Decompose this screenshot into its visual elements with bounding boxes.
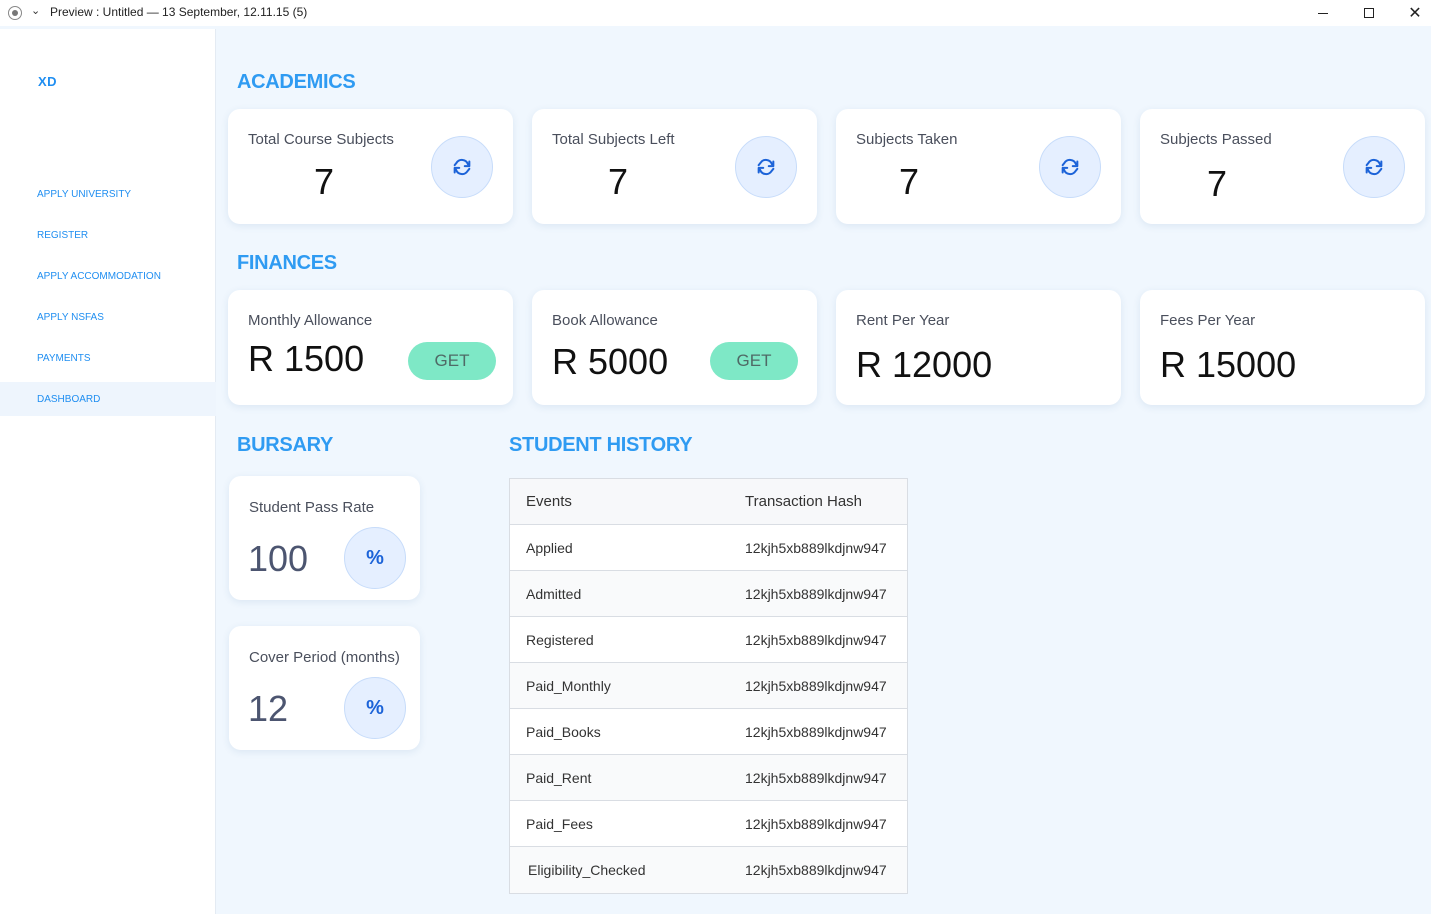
sidebar: XD APPLY UNIVERSITY REGISTER APPLY ACCOM…	[0, 29, 216, 914]
percent-button[interactable]: %	[344, 527, 406, 589]
card-label: Subjects Passed	[1160, 131, 1272, 148]
table-header-row: Events Transaction Hash	[510, 479, 907, 525]
table-row: Eligibility_Checked 12kjh5xb889lkdjnw947	[510, 847, 907, 893]
student-history-table: Events Transaction Hash Applied 12kjh5xb…	[509, 478, 908, 894]
academics-card-subjects-passed: Subjects Passed 7	[1140, 109, 1425, 224]
card-value: R 1500	[248, 338, 365, 379]
percent-button[interactable]: %	[344, 677, 406, 739]
card-value: 7	[1207, 163, 1228, 204]
minimize-icon	[1318, 12, 1328, 14]
bursary-card-student-pass-rate: Student Pass Rate 100 %	[229, 476, 420, 600]
event-cell: Admitted	[526, 585, 582, 602]
hash-cell: 12kjh5xb889lkdjnw947	[745, 815, 887, 832]
card-label: Rent Per Year	[856, 312, 950, 329]
sidebar-item-apply-nsfas[interactable]: APPLY NSFAS	[0, 300, 216, 334]
bursary-heading: BURSARY	[237, 434, 334, 456]
minimize-button[interactable]	[1300, 0, 1346, 26]
close-icon: ✕	[1408, 5, 1422, 22]
window-title: Preview : Untitled — 13 September, 12.11…	[50, 5, 308, 19]
card-value: 12	[248, 688, 289, 729]
card-label: Subjects Taken	[856, 131, 958, 148]
student-history-heading: STUDENT HISTORY	[509, 434, 693, 456]
app-logo[interactable]: XD	[38, 74, 57, 89]
hash-cell: 12kjh5xb889lkdjnw947	[745, 677, 887, 694]
event-cell: Paid_Books	[526, 723, 601, 740]
column-header-transaction-hash: Transaction Hash	[745, 493, 862, 510]
get-book-allowance-button[interactable]: GET	[710, 342, 798, 380]
card-value: R 15000	[1160, 344, 1297, 385]
event-cell: Eligibility_Checked	[528, 862, 646, 878]
hash-cell: 12kjh5xb889lkdjnw947	[745, 769, 887, 786]
table-row: Paid_Books 12kjh5xb889lkdjnw947	[510, 709, 907, 755]
table-row: Registered 12kjh5xb889lkdjnw947	[510, 617, 907, 663]
sidebar-item-register[interactable]: REGISTER	[0, 218, 216, 252]
table-row: Paid_Monthly 12kjh5xb889lkdjnw947	[510, 663, 907, 709]
card-value: 100	[248, 538, 309, 579]
percent-icon: %	[366, 696, 384, 719]
hash-cell: 12kjh5xb889lkdjnw947	[745, 862, 887, 878]
card-value: R 12000	[856, 344, 993, 385]
table-row: Paid_Rent 12kjh5xb889lkdjnw947	[510, 755, 907, 801]
column-header-events: Events	[526, 493, 572, 510]
card-value: R 5000	[552, 341, 669, 382]
card-value: 7	[314, 161, 335, 202]
table-row: Admitted 12kjh5xb889lkdjnw947	[510, 571, 907, 617]
percent-icon: %	[366, 546, 384, 569]
window-titlebar: ⌄ Preview : Untitled — 13 September, 12.…	[0, 0, 1431, 26]
table-row: Paid_Fees 12kjh5xb889lkdjnw947	[510, 801, 907, 847]
finances-card-rent-per-year: Rent Per Year R 12000	[836, 290, 1121, 405]
hash-cell: 12kjh5xb889lkdjnw947	[745, 631, 887, 648]
close-button[interactable]: ✕	[1392, 0, 1431, 26]
refresh-icon	[757, 158, 775, 176]
event-cell: Paid_Fees	[526, 815, 593, 832]
finances-card-book-allowance: Book Allowance R 5000 GET	[532, 290, 817, 405]
event-cell: Applied	[526, 539, 573, 556]
maximize-icon	[1364, 8, 1374, 18]
hash-cell: 12kjh5xb889lkdjnw947	[745, 723, 887, 740]
sidebar-item-apply-accommodation[interactable]: APPLY ACCOMMODATION	[0, 259, 216, 293]
event-cell: Paid_Rent	[526, 769, 592, 786]
card-label: Cover Period (months)	[249, 649, 400, 666]
refresh-button[interactable]	[1343, 136, 1405, 198]
get-monthly-allowance-button[interactable]: GET	[408, 342, 496, 380]
event-cell: Paid_Monthly	[526, 677, 611, 694]
card-label: Student Pass Rate	[249, 499, 375, 516]
academics-heading: ACADEMICS	[237, 71, 356, 93]
finances-card-fees-per-year: Fees Per Year R 15000	[1140, 290, 1425, 405]
event-cell: Registered	[526, 631, 594, 648]
card-label: Fees Per Year	[1160, 312, 1256, 329]
refresh-icon	[1365, 158, 1383, 176]
table-row: Applied 12kjh5xb889lkdjnw947	[510, 525, 907, 571]
academics-card-subjects-taken: Subjects Taken 7	[836, 109, 1121, 224]
card-value: 7	[899, 161, 920, 202]
hash-cell: 12kjh5xb889lkdjnw947	[745, 539, 887, 556]
refresh-button[interactable]	[735, 136, 797, 198]
card-label: Book Allowance	[552, 312, 658, 329]
refresh-button[interactable]	[431, 136, 493, 198]
refresh-icon	[1061, 158, 1079, 176]
maximize-button[interactable]	[1346, 0, 1392, 26]
card-value: 7	[608, 161, 629, 202]
refresh-icon	[453, 158, 471, 176]
card-label: Monthly Allowance	[248, 312, 373, 329]
card-label: Total Subjects Left	[552, 131, 675, 148]
hash-cell: 12kjh5xb889lkdjnw947	[745, 585, 887, 602]
bursary-card-cover-period: Cover Period (months) 12 %	[229, 626, 420, 750]
refresh-button[interactable]	[1039, 136, 1101, 198]
academics-card-total-course-subjects: Total Course Subjects 7	[228, 109, 513, 224]
sidebar-item-payments[interactable]: PAYMENTS	[0, 341, 216, 375]
record-icon[interactable]	[8, 6, 22, 20]
finances-heading: FINANCES	[237, 252, 337, 274]
chevron-down-icon[interactable]: ⌄	[31, 4, 40, 17]
sidebar-item-dashboard[interactable]: DASHBOARD	[0, 382, 216, 416]
academics-card-total-subjects-left: Total Subjects Left 7	[532, 109, 817, 224]
sidebar-item-apply-university[interactable]: APPLY UNIVERSITY	[0, 177, 216, 211]
card-label: Total Course Subjects	[248, 131, 394, 148]
finances-card-monthly-allowance: Monthly Allowance R 1500 GET	[228, 290, 513, 405]
